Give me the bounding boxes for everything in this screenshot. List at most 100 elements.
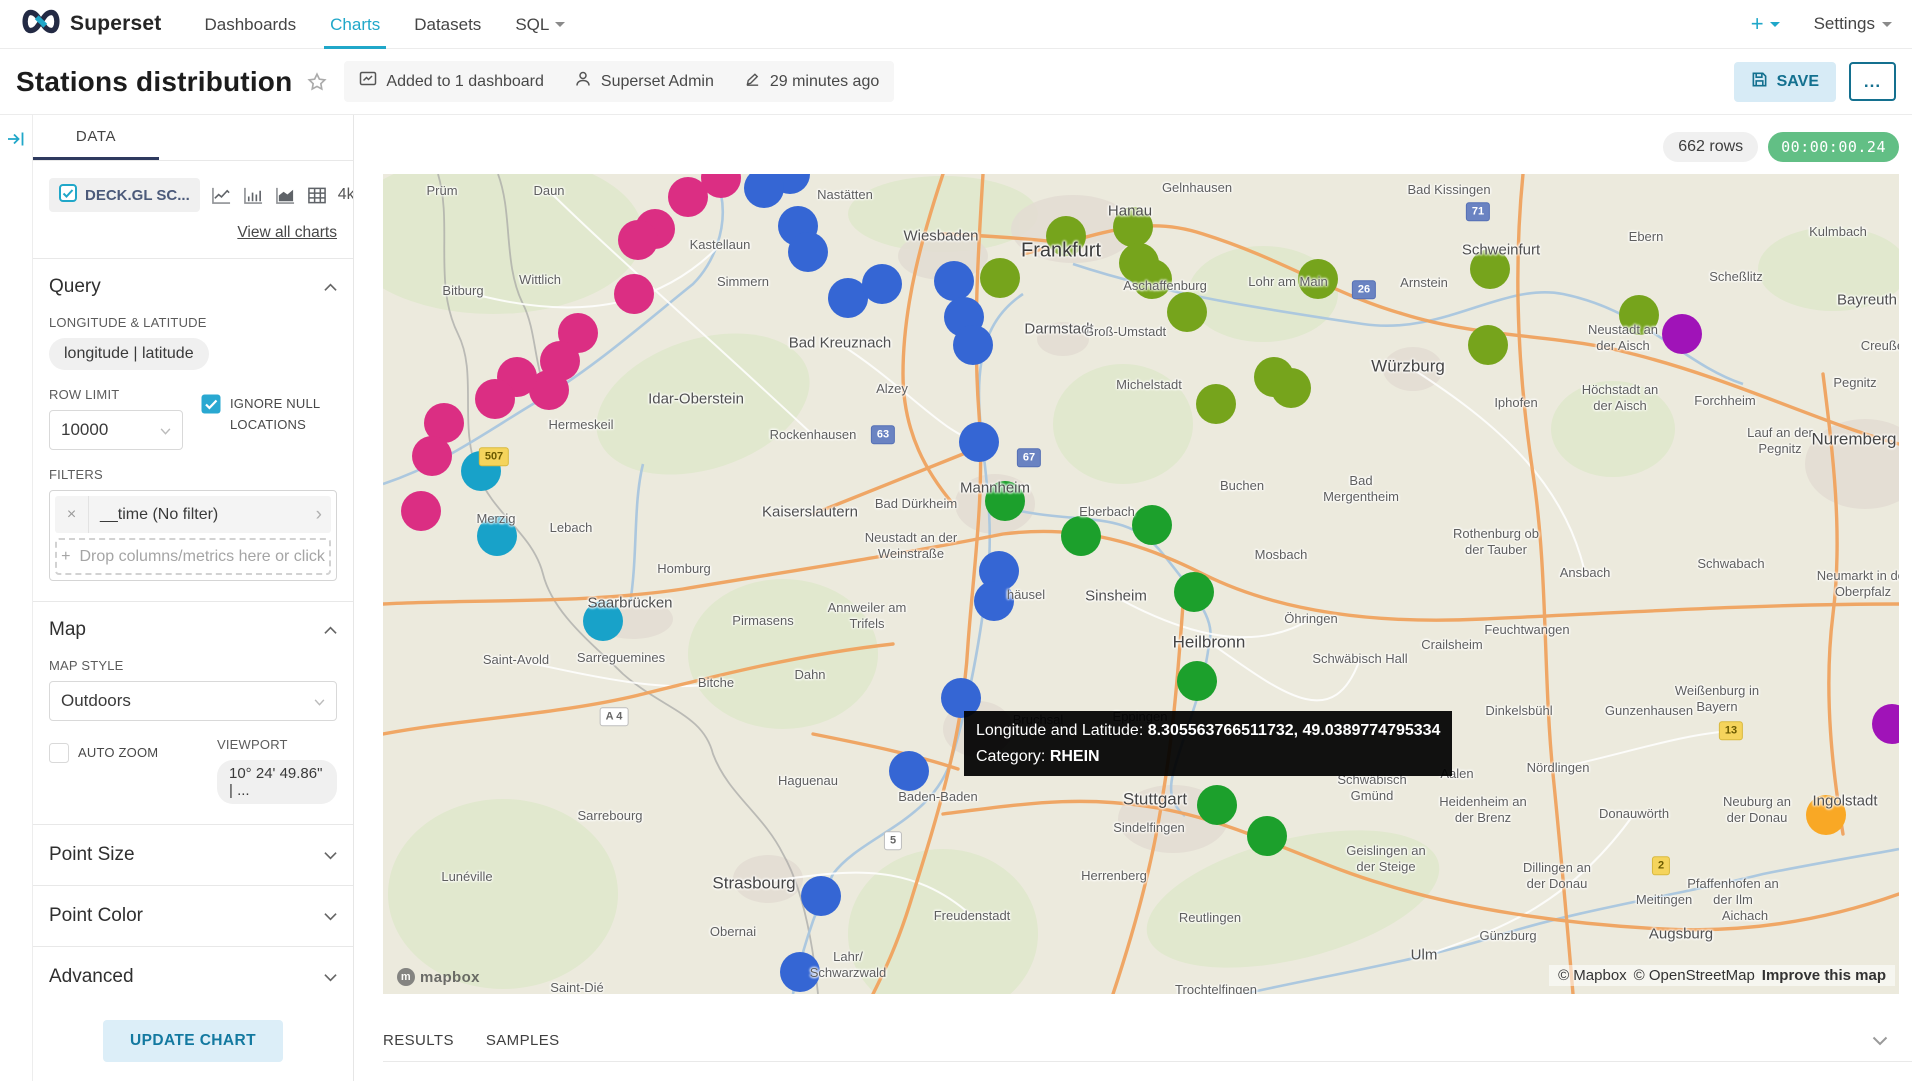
- station-point[interactable]: [1619, 295, 1659, 335]
- station-point[interactable]: [985, 481, 1025, 521]
- chart-area: 662 rows 00:00:00.24: [354, 115, 1912, 1081]
- station-point[interactable]: [1468, 325, 1508, 365]
- longlat-value-chip[interactable]: longitude | latitude: [49, 338, 209, 370]
- new-item-button[interactable]: +: [1751, 11, 1780, 37]
- station-point[interactable]: [959, 422, 999, 462]
- ignore-null-checkbox[interactable]: IGNORE NULL LOCATIONS: [201, 394, 337, 436]
- row-limit-select[interactable]: 10000: [49, 410, 183, 450]
- map-style-label: MAP STYLE: [49, 658, 337, 673]
- more-actions-button[interactable]: ...: [1849, 62, 1896, 101]
- station-point[interactable]: [412, 436, 452, 476]
- nav-dashboards[interactable]: Dashboards: [204, 0, 296, 49]
- station-point[interactable]: [1872, 704, 1899, 744]
- filters-box: × __time (No filter) › + Drop columns/me…: [49, 490, 337, 581]
- map-section-header[interactable]: Map: [49, 619, 337, 641]
- chevron-up-icon: [324, 276, 337, 298]
- point-size-section: Point Size: [33, 824, 353, 885]
- point-color-header[interactable]: Point Color: [49, 905, 337, 927]
- nav-datasets[interactable]: Datasets: [414, 0, 481, 49]
- control-panel: DATA DECK.GL SC...: [33, 115, 354, 1081]
- tab-results[interactable]: RESULTS: [383, 1032, 454, 1049]
- dashboards-badge[interactable]: Added to 1 dashboard: [344, 61, 558, 102]
- viewport-value-chip[interactable]: 10° 24' 49.86" | ...: [217, 760, 337, 804]
- station-point[interactable]: [744, 174, 784, 208]
- station-point[interactable]: [401, 491, 441, 531]
- station-point[interactable]: [475, 379, 515, 419]
- line-chart-icon[interactable]: [211, 186, 232, 205]
- viz-type-chip[interactable]: DECK.GL SC...: [49, 178, 200, 212]
- auto-zoom-checkbox[interactable]: AUTO ZOOM: [49, 743, 201, 770]
- tab-samples[interactable]: SAMPLES: [486, 1032, 560, 1049]
- select-caret-icon: [160, 420, 171, 440]
- mapbox-logo: m mapbox: [397, 968, 480, 986]
- station-point[interactable]: [788, 232, 828, 272]
- station-point[interactable]: [1298, 259, 1338, 299]
- station-point[interactable]: [1197, 785, 1237, 825]
- superset-brand[interactable]: Superset: [20, 9, 161, 39]
- expand-filter-icon: ›: [316, 504, 331, 526]
- chevron-down-icon: [324, 966, 337, 988]
- viz-type-row: DECK.GL SC... 4k: [49, 178, 337, 212]
- station-point[interactable]: [934, 261, 974, 301]
- nav-sql[interactable]: SQL: [515, 0, 565, 49]
- station-point[interactable]: [1271, 368, 1311, 408]
- nav-charts[interactable]: Charts: [330, 0, 380, 49]
- station-point[interactable]: [1177, 661, 1217, 701]
- station-point[interactable]: [953, 325, 993, 365]
- station-point[interactable]: [1470, 249, 1510, 289]
- settings-menu[interactable]: Settings: [1814, 14, 1892, 34]
- update-chart-button[interactable]: UPDATE CHART: [103, 1020, 283, 1062]
- station-point[interactable]: [1174, 572, 1214, 612]
- advanced-header[interactable]: Advanced: [49, 966, 337, 988]
- caret-down-icon: [555, 22, 565, 27]
- map-style-select[interactable]: Outdoors: [49, 681, 337, 721]
- favorite-star-icon[interactable]: [306, 71, 328, 93]
- query-section: Query LONGITUDE & LATITUDE longitude | l…: [33, 258, 353, 601]
- remove-filter-icon[interactable]: ×: [55, 496, 89, 533]
- station-point[interactable]: [1132, 259, 1172, 299]
- map-canvas[interactable]: PrümDaunNastättenGelnhausenBad Kissingen…: [383, 174, 1899, 994]
- view-all-charts-link[interactable]: View all charts: [49, 224, 337, 242]
- station-point[interactable]: [1806, 795, 1846, 835]
- station-point[interactable]: [1167, 292, 1207, 332]
- point-size-header[interactable]: Point Size: [49, 844, 337, 866]
- panel-body: DECK.GL SC... 4k View all: [33, 161, 353, 1001]
- station-point[interactable]: [1061, 516, 1101, 556]
- station-point[interactable]: [1132, 505, 1172, 545]
- query-section-header[interactable]: Query: [49, 276, 337, 298]
- station-point[interactable]: [668, 177, 708, 217]
- mapbox-logo-icon: m: [397, 968, 415, 986]
- station-point[interactable]: [1113, 207, 1153, 247]
- viz-4k-icon[interactable]: 4k: [338, 186, 353, 204]
- station-point[interactable]: [614, 274, 654, 314]
- station-point[interactable]: [461, 451, 501, 491]
- station-point[interactable]: [862, 264, 902, 304]
- station-point[interactable]: [889, 751, 929, 791]
- osm-attribution-link[interactable]: © OpenStreetMap: [1634, 967, 1755, 984]
- station-point[interactable]: [801, 876, 841, 916]
- tab-data[interactable]: DATA: [33, 115, 159, 160]
- filter-item-time[interactable]: × __time (No filter) ›: [55, 496, 331, 533]
- station-point[interactable]: [780, 952, 820, 992]
- drop-columns-zone[interactable]: + Drop columns/metrics here or click: [55, 538, 331, 575]
- mapbox-attribution-link[interactable]: © Mapbox: [1558, 967, 1627, 984]
- collapse-results-icon[interactable]: [1872, 1036, 1888, 1046]
- area-chart-icon[interactable]: [275, 186, 296, 205]
- station-point[interactable]: [980, 258, 1020, 298]
- station-point[interactable]: [583, 601, 623, 641]
- station-point[interactable]: [974, 581, 1014, 621]
- station-point[interactable]: [1247, 816, 1287, 856]
- table-icon[interactable]: [307, 186, 327, 205]
- improve-map-link[interactable]: Improve this map: [1762, 967, 1886, 984]
- collapse-sidebar-icon[interactable]: [6, 129, 26, 1081]
- save-button[interactable]: SAVE: [1734, 62, 1836, 102]
- edit-icon: [744, 71, 761, 93]
- checkbox-checked-icon: [59, 184, 77, 206]
- station-point[interactable]: [1662, 314, 1702, 354]
- station-point[interactable]: [1046, 216, 1086, 256]
- row-limit-label: ROW LIMIT: [49, 387, 201, 402]
- station-point[interactable]: [1196, 384, 1236, 424]
- station-point[interactable]: [477, 516, 517, 556]
- station-point[interactable]: [618, 220, 658, 260]
- bar-chart-icon[interactable]: [243, 186, 264, 205]
